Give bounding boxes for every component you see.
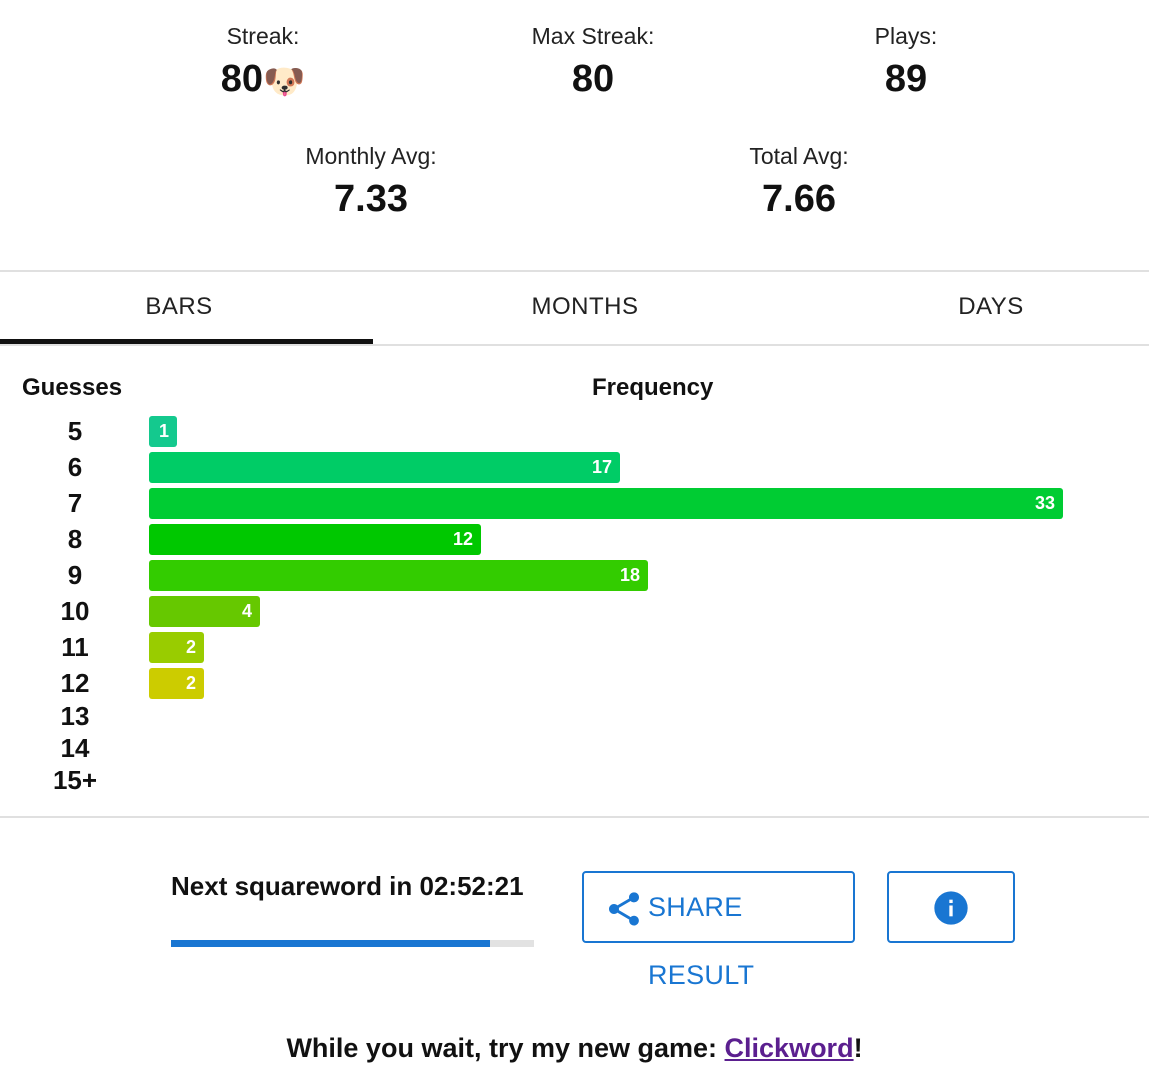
monthly-avg-stat: Monthly Avg: 7.33	[251, 142, 491, 222]
countdown-progress-track	[171, 940, 534, 947]
frequency-bar: 33	[149, 488, 1063, 519]
guess-count-label: 14	[60, 733, 90, 763]
frequency-value-label: 12	[452, 529, 473, 549]
streak-value: 80	[220, 58, 263, 100]
total-avg-value: 7.66	[762, 178, 836, 220]
share-result-button[interactable]: SHARE RESULT	[582, 871, 855, 990]
guesses-header: Guesses	[22, 374, 123, 401]
frequency-bar: 2	[149, 668, 204, 699]
plays-stat: Plays: 89	[786, 22, 1026, 102]
chart-divider	[0, 816, 1149, 818]
tabs-divider	[0, 344, 1149, 346]
guess-count-label: 13	[60, 701, 90, 731]
share-result-label: SHARE RESULT	[648, 892, 755, 990]
frequency-value-label: 1	[158, 421, 169, 441]
guess-count-label: 8	[67, 524, 83, 554]
promo-text: While you wait, try my new game: Clickwo…	[0, 1030, 1149, 1066]
countdown-progress-fill	[171, 940, 491, 947]
plays-value: 89	[884, 58, 928, 100]
frequency-value-label: 33	[1034, 493, 1055, 513]
tab-bar: BARS MONTHS DAYS	[0, 272, 1149, 344]
streak-label: Streak:	[226, 23, 300, 49]
frequency-bar: 4	[149, 596, 260, 627]
tab-bars[interactable]: BARS	[0, 272, 358, 344]
next-puzzle-countdown: Next squareword in 02:52:21	[171, 871, 524, 901]
guess-count-label: 11	[61, 632, 89, 662]
monthly-avg-value: 7.33	[334, 178, 408, 220]
guess-count-label: 7	[67, 488, 83, 518]
max-streak-stat: Max Streak: 80	[473, 22, 713, 102]
frequency-value-label: 2	[185, 637, 196, 657]
max-streak-value: 80	[571, 58, 615, 100]
frequency-header: Frequency	[592, 374, 714, 401]
frequency-value-label: 17	[591, 457, 612, 477]
frequency-bar: 18	[149, 560, 648, 591]
guess-count-label: 6	[67, 452, 83, 482]
monthly-avg-label: Monthly Avg:	[305, 143, 437, 169]
frequency-value-label: 4	[241, 601, 252, 621]
dog-face-icon: 🐶	[262, 63, 306, 101]
frequency-value-label: 2	[185, 673, 196, 693]
guess-count-label: 15+	[52, 765, 98, 795]
share-icon	[609, 892, 639, 926]
promo-lead: While you wait, try my new game:	[286, 1033, 725, 1063]
guess-count-label: 9	[67, 560, 83, 590]
guess-count-label: 12	[60, 668, 90, 698]
streak-stat: Streak: 80🐶	[143, 22, 383, 105]
guess-count-label: 10	[60, 596, 90, 626]
info-icon	[934, 891, 968, 925]
promo-suffix: !	[853, 1033, 863, 1063]
max-streak-label: Max Streak:	[531, 23, 655, 49]
frequency-bar: 17	[149, 452, 620, 483]
info-button[interactable]	[887, 871, 1015, 943]
tab-days[interactable]: DAYS	[830, 272, 1149, 344]
total-avg-label: Total Avg:	[749, 143, 849, 169]
total-avg-stat: Total Avg: 7.66	[679, 142, 919, 222]
plays-label: Plays:	[874, 23, 938, 49]
frequency-bar: 2	[149, 632, 204, 663]
guess-count-label: 5	[67, 416, 83, 446]
streak-value-wrap: 80🐶	[143, 56, 383, 105]
frequency-bar: 12	[149, 524, 481, 555]
tab-months[interactable]: MONTHS	[400, 272, 770, 344]
frequency-bar: 1	[149, 416, 177, 447]
clickword-link[interactable]: Clickword	[725, 1033, 854, 1063]
frequency-value-label: 18	[619, 565, 640, 585]
stats-page: Streak: 80🐶 Max Streak: 80 Plays: 89 Mon…	[0, 0, 1149, 1089]
